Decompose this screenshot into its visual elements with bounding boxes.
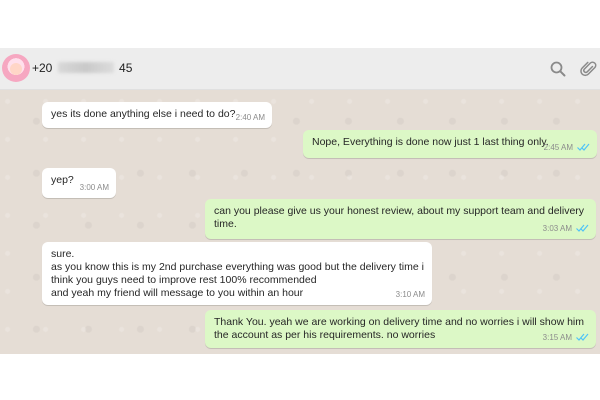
message-time: 3:15 AM (542, 333, 572, 342)
message-time: 3:03 AM (542, 224, 572, 233)
search-icon[interactable] (549, 60, 567, 78)
message-meta: 3:15 AM (543, 331, 589, 344)
chat-window: +20 45 yes its done anything else i need… (0, 48, 600, 354)
message-bubble[interactable]: yes its done anything else i need to do?… (42, 102, 272, 128)
message-bubble[interactable]: Nope, Everything is done now just 1 last… (303, 130, 597, 158)
redacted-digits (57, 62, 114, 73)
message-time: 3:10 AM (395, 290, 425, 299)
chat-header: +20 45 (0, 48, 600, 90)
message-text: can you please give us your honest revie… (214, 205, 585, 230)
message-bubble[interactable]: can you please give us your honest revie… (205, 199, 596, 239)
message-meta: 3:03 AM (543, 222, 589, 235)
phone-suffix: 45 (119, 61, 133, 75)
message-meta: 2:45 AM (544, 141, 590, 154)
attach-icon[interactable] (580, 60, 598, 78)
phone-prefix: +20 (32, 61, 53, 75)
message-time: 2:40 AM (235, 113, 265, 122)
double-check-icon (576, 333, 589, 341)
message-list[interactable]: yes its done anything else i need to do?… (0, 90, 600, 354)
double-check-icon (577, 143, 590, 151)
avatar[interactable] (2, 54, 30, 82)
contact-number[interactable]: +20 45 (32, 61, 132, 75)
message-text: sure. as you know this is my 2nd purchas… (51, 248, 424, 299)
message-time: 2:45 AM (543, 143, 573, 152)
avatar-face (10, 63, 22, 75)
message-time: 3:00 AM (79, 183, 109, 192)
message-text: yes its done anything else i need to do? (51, 108, 236, 120)
message-text: Thank You. yeah we are working on delive… (214, 316, 585, 341)
message-bubble[interactable]: yep? 3:00 AM (42, 168, 116, 198)
double-check-icon (576, 224, 589, 232)
message-bubble[interactable]: Thank You. yeah we are working on delive… (205, 310, 596, 348)
message-bubble[interactable]: sure. as you know this is my 2nd purchas… (42, 242, 432, 305)
